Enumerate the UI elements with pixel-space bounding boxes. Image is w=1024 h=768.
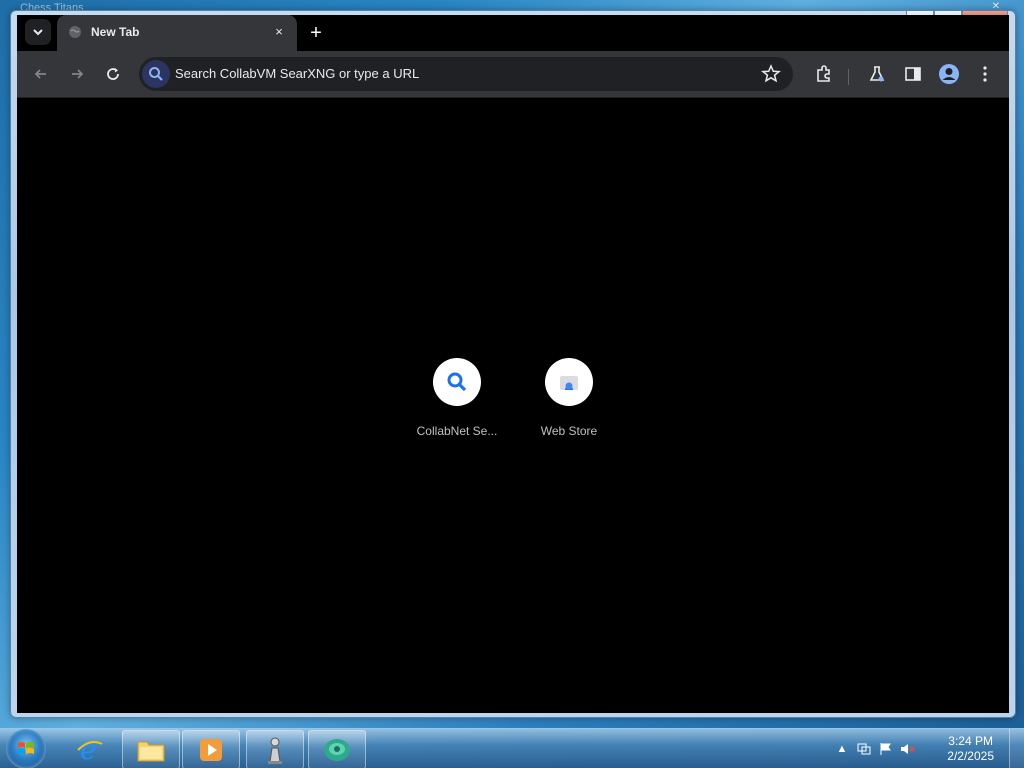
- chromium-icon: [324, 738, 350, 761]
- taskbar-media-player[interactable]: [182, 730, 240, 768]
- start-button[interactable]: [6, 729, 46, 768]
- address-bar[interactable]: Search CollabVM SearXNG or type a URL: [139, 57, 793, 91]
- extensions-button[interactable]: [812, 62, 836, 86]
- tab-search-button[interactable]: [25, 19, 51, 45]
- taskbar-internet-explorer[interactable]: e: [62, 730, 118, 767]
- svg-text:e: e: [80, 734, 97, 764]
- clock-date: 2/2/2025: [947, 749, 994, 763]
- menu-button[interactable]: [973, 62, 997, 86]
- taskbar: e ▲ 3:24 PM 2/2/2025: [0, 728, 1024, 768]
- taskbar-chess-titans[interactable]: [246, 730, 304, 768]
- windows-logo-icon: [18, 742, 34, 754]
- back-button[interactable]: [29, 62, 53, 86]
- side-panel-button[interactable]: [901, 62, 925, 86]
- flask-icon: [869, 66, 885, 82]
- globe-icon: [69, 26, 81, 38]
- folder-icon: [137, 741, 165, 761]
- shortcut-icon-circle: [433, 358, 481, 406]
- tab-strip: New Tab × +: [17, 15, 1009, 51]
- shortcut-label: Web Store: [540, 424, 598, 438]
- tab-close-button[interactable]: ×: [271, 24, 287, 40]
- shortcut-icon-circle: [545, 358, 593, 406]
- tab-new-tab[interactable]: New Tab ×: [57, 15, 297, 51]
- taskbar-chromium[interactable]: [308, 730, 366, 768]
- new-tab-page: CollabNet Se... Web Store: [17, 98, 1009, 713]
- media-player-icon: [200, 738, 222, 761]
- system-tray: ▲ 3:24 PM 2/2/2025: [834, 729, 1024, 768]
- shortcut-collabnet-search[interactable]: CollabNet Se...: [401, 358, 513, 438]
- avatar-icon: [939, 64, 959, 84]
- show-hidden-icons-button[interactable]: ▲: [834, 741, 850, 757]
- internet-explorer-icon: e: [77, 734, 103, 764]
- reload-icon: [107, 68, 119, 80]
- toolbar-separator: [848, 69, 849, 85]
- clock[interactable]: 3:24 PM 2/2/2025: [947, 734, 994, 764]
- arrow-left-icon: [34, 69, 46, 79]
- taskbar-file-explorer[interactable]: [122, 730, 180, 768]
- reload-button[interactable]: [101, 62, 125, 86]
- bookmark-star-icon[interactable]: [761, 64, 781, 84]
- address-bar-placeholder: Search CollabVM SearXNG or type a URL: [175, 66, 420, 81]
- network-icon[interactable]: [856, 741, 872, 757]
- side-panel-icon: [905, 67, 921, 81]
- arrow-right-icon: [72, 69, 84, 79]
- puzzle-icon: [817, 65, 830, 82]
- search-icon: [149, 67, 163, 81]
- search-engine-badge: [142, 60, 170, 88]
- tab-title: New Tab: [91, 25, 140, 39]
- shortcut-label: CollabNet Se...: [416, 424, 498, 438]
- chevron-down-icon: [33, 29, 43, 36]
- labs-button[interactable]: [865, 62, 889, 86]
- chess-piece-icon: [268, 737, 282, 764]
- toolbar: Search CollabVM SearXNG or type a URL: [17, 51, 1009, 98]
- show-desktop-button[interactable]: [1009, 729, 1024, 768]
- shortcut-web-store[interactable]: Web Store: [513, 358, 625, 438]
- browser-window: ▁ ❐ ✕ New Tab × +: [10, 10, 1016, 718]
- profile-button[interactable]: [937, 62, 961, 86]
- volume-muted-icon[interactable]: [900, 741, 916, 757]
- browser: New Tab × + Search CollabVM SearXNG or t…: [17, 15, 1009, 713]
- web-store-icon: [560, 376, 578, 390]
- search-icon: [447, 372, 467, 392]
- action-center-flag-icon[interactable]: [878, 741, 894, 757]
- clock-time: 3:24 PM: [948, 734, 993, 748]
- more-vertical-icon: [983, 66, 987, 82]
- new-tab-button[interactable]: +: [303, 20, 329, 46]
- forward-button[interactable]: [65, 62, 89, 86]
